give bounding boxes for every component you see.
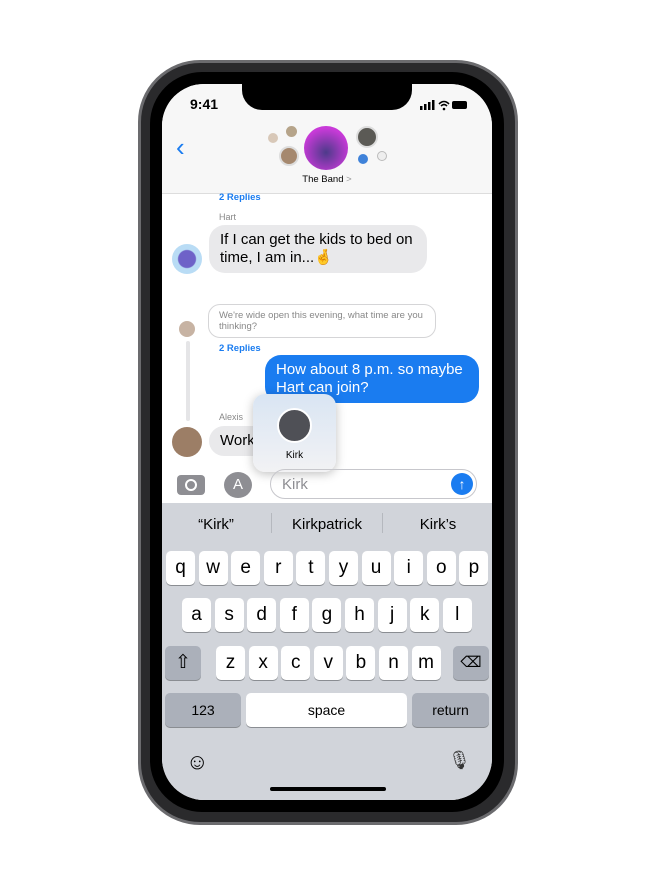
key-y[interactable]: y bbox=[329, 551, 358, 585]
key-g[interactable]: g bbox=[312, 598, 342, 632]
camera-button[interactable] bbox=[177, 475, 205, 495]
shift-key[interactable]: ⇧ bbox=[165, 646, 201, 680]
status-icons bbox=[420, 98, 470, 111]
avatar bbox=[286, 126, 297, 137]
keyboard: “Kirk” Kirkpatrick Kirk’s qwertyuiop asdf… bbox=[162, 503, 492, 800]
avatar bbox=[377, 151, 387, 161]
space-key[interactable]: space bbox=[246, 693, 407, 727]
notch bbox=[242, 84, 412, 110]
delete-key[interactable]: ⌫ bbox=[453, 646, 489, 680]
chevron-right-icon: > bbox=[346, 174, 352, 185]
replies-link[interactable]: 2 Replies bbox=[219, 192, 261, 203]
avatar-alexis bbox=[279, 146, 299, 166]
conversation-header: 9:41 ‹ The Band > bbox=[162, 84, 492, 194]
message-input-text: Kirk bbox=[282, 476, 308, 493]
avatar-alexis bbox=[179, 321, 195, 337]
group-name: The Band bbox=[302, 174, 344, 185]
key-i[interactable]: i bbox=[394, 551, 424, 585]
key-w[interactable]: w bbox=[198, 551, 228, 585]
key-c[interactable]: c bbox=[281, 646, 311, 680]
key-e[interactable]: e bbox=[231, 551, 261, 585]
status-time: 9:41 bbox=[190, 96, 219, 112]
suggestion[interactable]: Kirk’s bbox=[384, 516, 492, 533]
key-l[interactable]: l bbox=[442, 598, 472, 632]
sender-name: Alexis bbox=[219, 412, 244, 422]
key-x[interactable]: x bbox=[248, 646, 278, 680]
key-q[interactable]: q bbox=[166, 551, 195, 585]
screen: 9:41 ‹ The Band > 2 Replies Hart If I ca… bbox=[162, 84, 492, 800]
key-s[interactable]: s bbox=[214, 598, 244, 632]
key-o[interactable]: o bbox=[426, 551, 456, 585]
avatar-hart bbox=[172, 244, 202, 274]
mention-popup[interactable]: Kirk bbox=[253, 394, 336, 472]
numbers-key[interactable]: 123 bbox=[165, 693, 241, 727]
key-d[interactable]: d bbox=[247, 598, 277, 632]
group-avatar[interactable] bbox=[304, 126, 348, 170]
app-store-button[interactable]: A bbox=[224, 472, 252, 498]
avatar-kirk bbox=[277, 408, 312, 443]
avatar bbox=[358, 154, 368, 164]
avatar bbox=[268, 133, 278, 143]
sender-name: Hart bbox=[219, 212, 237, 222]
key-v[interactable]: v bbox=[313, 646, 343, 680]
key-b[interactable]: b bbox=[346, 646, 376, 680]
divider bbox=[271, 513, 272, 533]
signal-wifi-battery-icon bbox=[420, 100, 467, 111]
group-name-button[interactable]: The Band > bbox=[162, 174, 492, 185]
send-button[interactable]: ↑ bbox=[451, 473, 473, 495]
message-bubble[interactable]: If I can get the kids to bed on time, I … bbox=[209, 225, 427, 273]
return-key[interactable]: return bbox=[412, 693, 489, 727]
suggestion[interactable]: Kirkpatrick bbox=[273, 516, 381, 533]
key-n[interactable]: n bbox=[379, 646, 408, 680]
message-input[interactable]: Kirk ↑ bbox=[270, 469, 477, 499]
emoji-button[interactable]: ☺ bbox=[186, 749, 208, 775]
key-j[interactable]: j bbox=[377, 598, 407, 632]
key-a[interactable]: a bbox=[182, 598, 211, 632]
divider bbox=[382, 513, 383, 533]
suggestion[interactable]: “Kirk” bbox=[162, 516, 270, 533]
replies-link[interactable]: 2 Replies bbox=[219, 343, 261, 354]
home-indicator bbox=[270, 787, 386, 791]
key-p[interactable]: p bbox=[459, 551, 489, 585]
key-m[interactable]: m bbox=[411, 646, 441, 680]
key-r[interactable]: r bbox=[263, 551, 293, 585]
key-z[interactable]: z bbox=[216, 646, 245, 680]
key-t[interactable]: t bbox=[296, 551, 326, 585]
mention-name: Kirk bbox=[285, 450, 304, 461]
avatar-kirk bbox=[356, 126, 378, 148]
avatar-alexis bbox=[172, 427, 202, 457]
thread-line bbox=[186, 341, 190, 421]
quoted-message[interactable]: We're wide open this evening, what time … bbox=[208, 304, 436, 338]
key-u[interactable]: u bbox=[361, 551, 391, 585]
key-k[interactable]: k bbox=[410, 598, 440, 632]
microphone-button[interactable]: 🎙 bbox=[448, 750, 471, 771]
back-button[interactable]: ‹ bbox=[176, 134, 185, 160]
key-h[interactable]: h bbox=[345, 598, 374, 632]
key-f[interactable]: f bbox=[279, 598, 309, 632]
